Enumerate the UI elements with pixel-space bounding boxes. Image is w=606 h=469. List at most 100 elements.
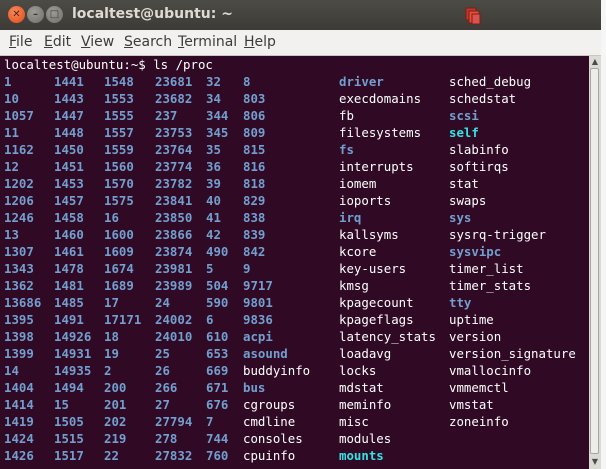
proc-entry: stat: [449, 176, 479, 191]
proc-entry: softirqs: [449, 159, 509, 174]
proc-entry: slabinfo: [449, 142, 509, 157]
proc-entry: 816: [243, 159, 266, 174]
proc-entry: misc: [339, 414, 369, 429]
proc-entry: 1343: [4, 261, 34, 276]
proc-entry: 23989: [155, 278, 193, 293]
menu-help-mnemonic: H: [244, 34, 255, 50]
proc-entry: 1517: [54, 448, 84, 463]
menu-view[interactable]: View: [81, 34, 114, 50]
proc-entry: 7: [206, 414, 214, 429]
minimize-icon: –: [33, 9, 38, 20]
proc-entry: 22: [104, 448, 119, 463]
proc-entry: 9717: [243, 278, 273, 293]
proc-entry: sys: [449, 210, 472, 225]
proc-entry: 266: [155, 380, 178, 395]
proc-entry: 25: [155, 346, 170, 361]
proc-entry: 12: [4, 159, 19, 174]
proc-entry: timer_stats: [449, 278, 532, 293]
proc-entry: 590: [206, 295, 229, 310]
proc-entry: 27794: [155, 414, 193, 429]
proc-entry: cgroups: [243, 397, 296, 412]
close-button[interactable]: ✕: [8, 6, 25, 23]
proc-entry: vmallocinfo: [449, 363, 532, 378]
indicator-icon[interactable]: [463, 6, 483, 26]
proc-entry: 1246: [4, 210, 34, 225]
proc-entry: 19: [104, 346, 119, 361]
proc-entry: 1458: [54, 210, 84, 225]
proc-entry: iomem: [339, 176, 377, 191]
scrollbar-thumb[interactable]: [590, 68, 599, 454]
proc-entry: 2: [104, 363, 112, 378]
proc-entry: 839: [243, 227, 266, 242]
proc-entry: 11: [4, 125, 19, 140]
proc-entry: buddyinfo: [243, 363, 311, 378]
proc-entry: 23753: [155, 125, 193, 140]
menu-file[interactable]: File: [9, 34, 32, 50]
proc-entry: 842: [243, 244, 266, 259]
proc-entry: kcore: [339, 244, 377, 259]
proc-entry: version_signature: [449, 346, 576, 361]
proc-entry: sysrq-trigger: [449, 227, 546, 242]
proc-entry: 1494: [54, 380, 84, 395]
proc-entry: 504: [206, 278, 229, 293]
proc-entry: 13686: [4, 295, 42, 310]
proc-entry: mdstat: [339, 380, 384, 395]
proc-entry: fs: [339, 142, 354, 157]
prompt-line: localtest@ubuntu:~$ ls /proc: [4, 57, 213, 72]
proc-entry: 23764: [155, 142, 193, 157]
proc-entry: 653: [206, 346, 229, 361]
proc-entry: 23841: [155, 193, 193, 208]
desktop-edge: [601, 0, 606, 469]
proc-entry: 14931: [54, 346, 92, 361]
proc-entry: modules: [339, 431, 392, 446]
proc-entry: 1307: [4, 244, 34, 259]
proc-entry: 27: [155, 397, 170, 412]
proc-entry: 24010: [155, 329, 193, 344]
menu-help[interactable]: Help: [244, 34, 276, 50]
minimize-button[interactable]: –: [27, 6, 44, 23]
proc-entry: 26: [155, 363, 170, 378]
scroll-up-icon[interactable]: ▲: [591, 58, 599, 66]
proc-entry: 1414: [4, 397, 34, 412]
proc-entry: 1447: [54, 108, 84, 123]
proc-entry: execdomains: [339, 91, 422, 106]
menu-terminal[interactable]: Terminal: [178, 34, 237, 50]
proc-entry: 818: [243, 176, 266, 191]
proc-entry: vmmemctl: [449, 380, 509, 395]
proc-entry: 27832: [155, 448, 193, 463]
proc-entry: 1689: [104, 278, 134, 293]
proc-entry: 41: [206, 210, 221, 225]
proc-entry: 1478: [54, 261, 84, 276]
vertical-scrollbar[interactable]: ▲ ▼: [589, 56, 601, 469]
proc-entry: vmstat: [449, 397, 494, 412]
proc-entry: 9836: [243, 312, 273, 327]
title-bar[interactable]: ✕ – □ localtest@ubuntu: ~: [0, 0, 601, 30]
proc-entry: 676: [206, 397, 229, 412]
proc-entry: meminfo: [339, 397, 392, 412]
proc-entry: 760: [206, 448, 229, 463]
proc-entry: mounts: [339, 448, 384, 463]
proc-entry: schedstat: [449, 91, 517, 106]
proc-entry: consoles: [243, 431, 303, 446]
scroll-down-icon[interactable]: ▼: [591, 458, 599, 466]
terminal-output[interactable]: localtest@ubuntu:~$ ls /proc 1 1441 1548 23…: [0, 56, 589, 469]
proc-entry: key-users: [339, 261, 407, 276]
proc-entry: 1505: [54, 414, 84, 429]
menu-terminal-label: erminal: [184, 34, 238, 50]
proc-entry: 1399: [4, 346, 34, 361]
proc-entry: 36: [206, 159, 221, 174]
proc-entry: tty: [449, 295, 472, 310]
proc-entry: 1559: [104, 142, 134, 157]
menu-edit[interactable]: Edit: [44, 34, 71, 50]
proc-entry: zoneinfo: [449, 414, 509, 429]
menu-search[interactable]: Search: [124, 34, 172, 50]
proc-entry: cpuinfo: [243, 448, 296, 463]
proc-entry: 1457: [54, 193, 84, 208]
proc-entry: swaps: [449, 193, 487, 208]
proc-entry: 1560: [104, 159, 134, 174]
proc-entry: locks: [339, 363, 377, 378]
proc-entry: 17: [104, 295, 119, 310]
proc-entry: 5: [206, 261, 214, 276]
proc-entry: 23874: [155, 244, 193, 259]
maximize-button[interactable]: □: [46, 6, 63, 23]
